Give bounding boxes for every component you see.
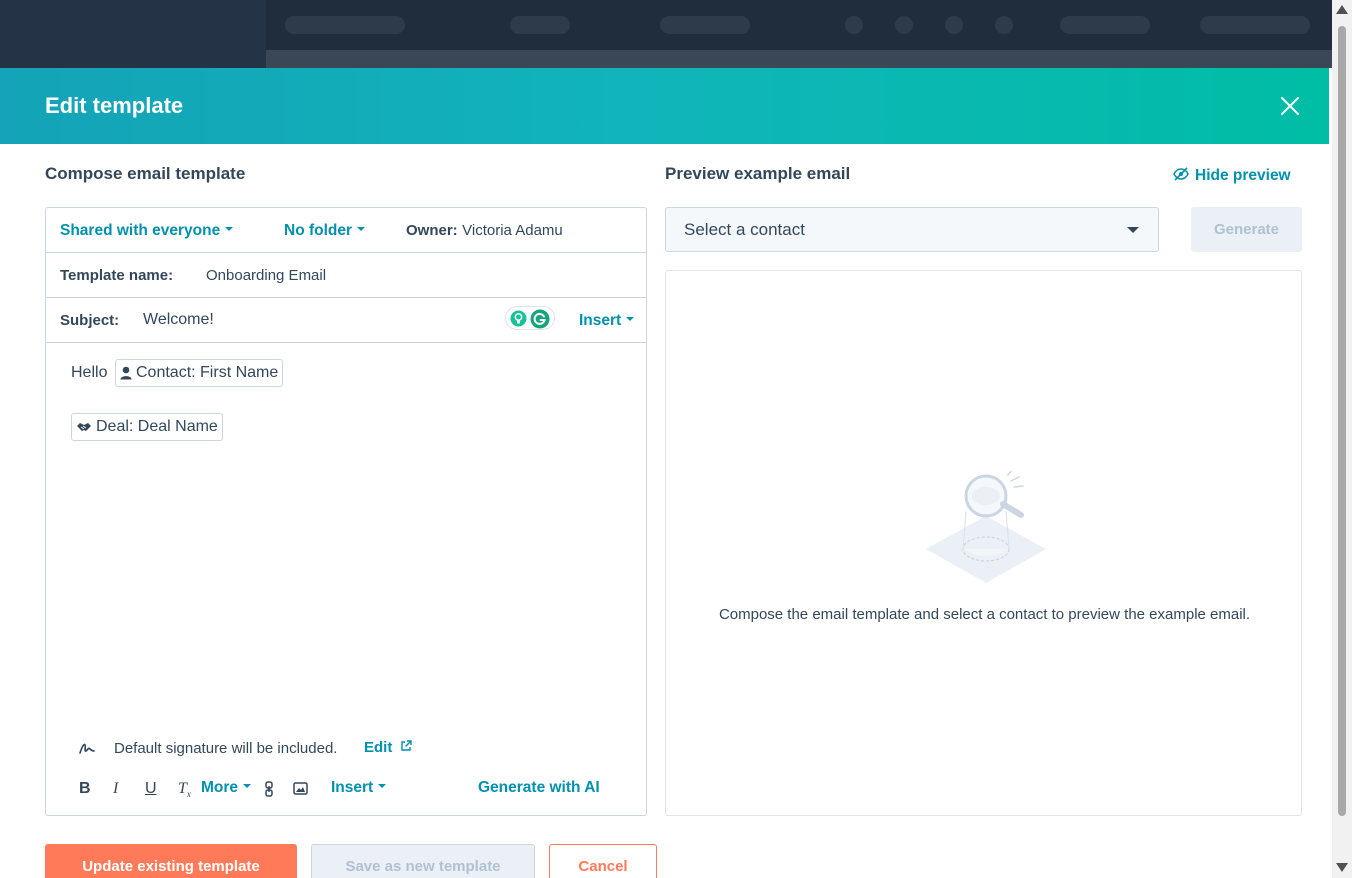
- subject-insert-dropdown[interactable]: Insert: [579, 312, 635, 330]
- chevron-down-icon: [243, 783, 252, 788]
- select-contact-value: Select a contact: [684, 220, 805, 239]
- select-contact-dropdown[interactable]: Select a contact: [665, 207, 1159, 252]
- toolbar-insert-dropdown[interactable]: Insert: [331, 779, 387, 797]
- clear-formatting-icon[interactable]: Tx: [178, 780, 191, 799]
- preview-section-title: Preview example email: [665, 164, 851, 183]
- close-icon[interactable]: [1279, 95, 1301, 117]
- link-icon[interactable]: [264, 781, 274, 797]
- signature-notice: Default signature will be included.: [114, 740, 338, 757]
- chevron-down-icon: [357, 226, 366, 231]
- cancel-button[interactable]: Cancel: [549, 844, 657, 878]
- scrollbar-thumb[interactable]: [1338, 26, 1346, 816]
- chevron-down-icon: [1127, 227, 1139, 233]
- modal-header: Edit template: [0, 68, 1329, 144]
- preview-panel: Compose the email template and select a …: [665, 270, 1302, 816]
- hide-preview-label: Hide preview: [1195, 167, 1291, 184]
- magnifier-illustration-icon: [926, 471, 1046, 583]
- sharing-dropdown-label: Shared with everyone: [60, 222, 221, 239]
- contact-person-icon: [120, 366, 132, 380]
- compose-section-title: Compose email template: [45, 164, 246, 183]
- bold-icon[interactable]: B: [79, 780, 91, 798]
- edit-template-modal: Edit template Compose email template Sha…: [0, 68, 1329, 878]
- subject-input[interactable]: Welcome!: [143, 311, 214, 329]
- template-name-input[interactable]: Onboarding Email: [206, 267, 326, 284]
- subject-insert-label: Insert: [579, 312, 622, 329]
- signature-icon: [79, 743, 95, 754]
- app-nav-ghost: [660, 16, 750, 34]
- app-top-bar-dimmed: [0, 0, 1332, 68]
- owner-label: Owner:: [406, 222, 458, 239]
- folder-dropdown-label: No folder: [284, 222, 353, 239]
- toolbar-insert-label: Insert: [331, 779, 374, 796]
- contact-token-label: Contact: First Name: [136, 364, 279, 381]
- contact-first-name-token[interactable]: Contact: First Name: [115, 359, 284, 387]
- template-name-label: Template name:: [60, 267, 174, 284]
- chevron-down-icon: [378, 783, 387, 788]
- body-greeting-text: Hello: [71, 364, 108, 381]
- scroll-up-arrow-icon[interactable]: [1336, 5, 1348, 14]
- scroll-down-arrow-icon[interactable]: [1336, 863, 1348, 872]
- generate-with-ai-button[interactable]: Generate with AI: [478, 779, 600, 797]
- lightbulb-icon[interactable]: [510, 310, 527, 327]
- app-icon-ghost: [995, 16, 1013, 34]
- subject-row: Subject: Welcome! Insert: [46, 298, 646, 343]
- preview-empty-message: Compose the email template and select a …: [718, 606, 1251, 623]
- template-name-row: Template name: Onboarding Email: [46, 253, 646, 298]
- grammarly-g-icon[interactable]: [530, 309, 550, 329]
- more-label: More: [201, 779, 239, 796]
- underline-icon[interactable]: U: [145, 780, 157, 798]
- folder-dropdown[interactable]: No folder: [284, 222, 366, 240]
- save-as-new-template-button[interactable]: Save as new template: [311, 844, 535, 878]
- modal-title: Edit template: [45, 93, 184, 118]
- signature-edit-label: Edit: [364, 739, 393, 756]
- deal-token-label: Deal: Deal Name: [96, 418, 218, 435]
- external-link-icon: [400, 740, 412, 751]
- more-formatting-dropdown[interactable]: More: [201, 779, 252, 797]
- chevron-down-icon: [225, 226, 234, 231]
- italic-icon[interactable]: I: [113, 780, 118, 798]
- app-account-ghost: [1200, 16, 1310, 34]
- owner-value: Victoria Adamu: [462, 222, 563, 239]
- template-meta-row: Shared with everyone No folder Owner: Vi…: [46, 208, 646, 253]
- app-search-placeholder: [285, 16, 405, 34]
- owner-info: Owner: Victoria Adamu: [406, 222, 563, 240]
- app-icon-ghost: [895, 16, 913, 34]
- chevron-down-icon: [626, 316, 635, 321]
- sharing-dropdown[interactable]: Shared with everyone: [60, 222, 234, 240]
- compose-panel: Shared with everyone No folder Owner: Vi…: [45, 207, 647, 816]
- eye-slash-icon: [1173, 167, 1189, 181]
- app-nav-ghost: [1060, 16, 1150, 34]
- app-nav-ghost: [510, 16, 570, 34]
- grammarly-widget[interactable]: [505, 306, 555, 330]
- deal-name-token[interactable]: Deal: Deal Name: [71, 413, 223, 441]
- app-icon-ghost: [845, 16, 863, 34]
- app-icon-ghost: [945, 16, 963, 34]
- app-subnav-dimmed: [266, 50, 1332, 68]
- page-scrollbar[interactable]: [1332, 0, 1352, 878]
- subject-label: Subject:: [60, 312, 120, 329]
- generate-preview-button[interactable]: Generate: [1191, 207, 1302, 252]
- signature-edit-link[interactable]: Edit: [364, 739, 412, 756]
- email-body-editor[interactable]: Hello Contact: First Name Deal: Deal Nam…: [46, 343, 646, 823]
- image-icon[interactable]: [293, 782, 308, 795]
- app-logo-area: [0, 0, 266, 68]
- handshake-icon: [77, 423, 91, 431]
- update-existing-template-button[interactable]: Update existing template: [45, 844, 297, 878]
- hide-preview-link[interactable]: Hide preview: [1173, 167, 1291, 185]
